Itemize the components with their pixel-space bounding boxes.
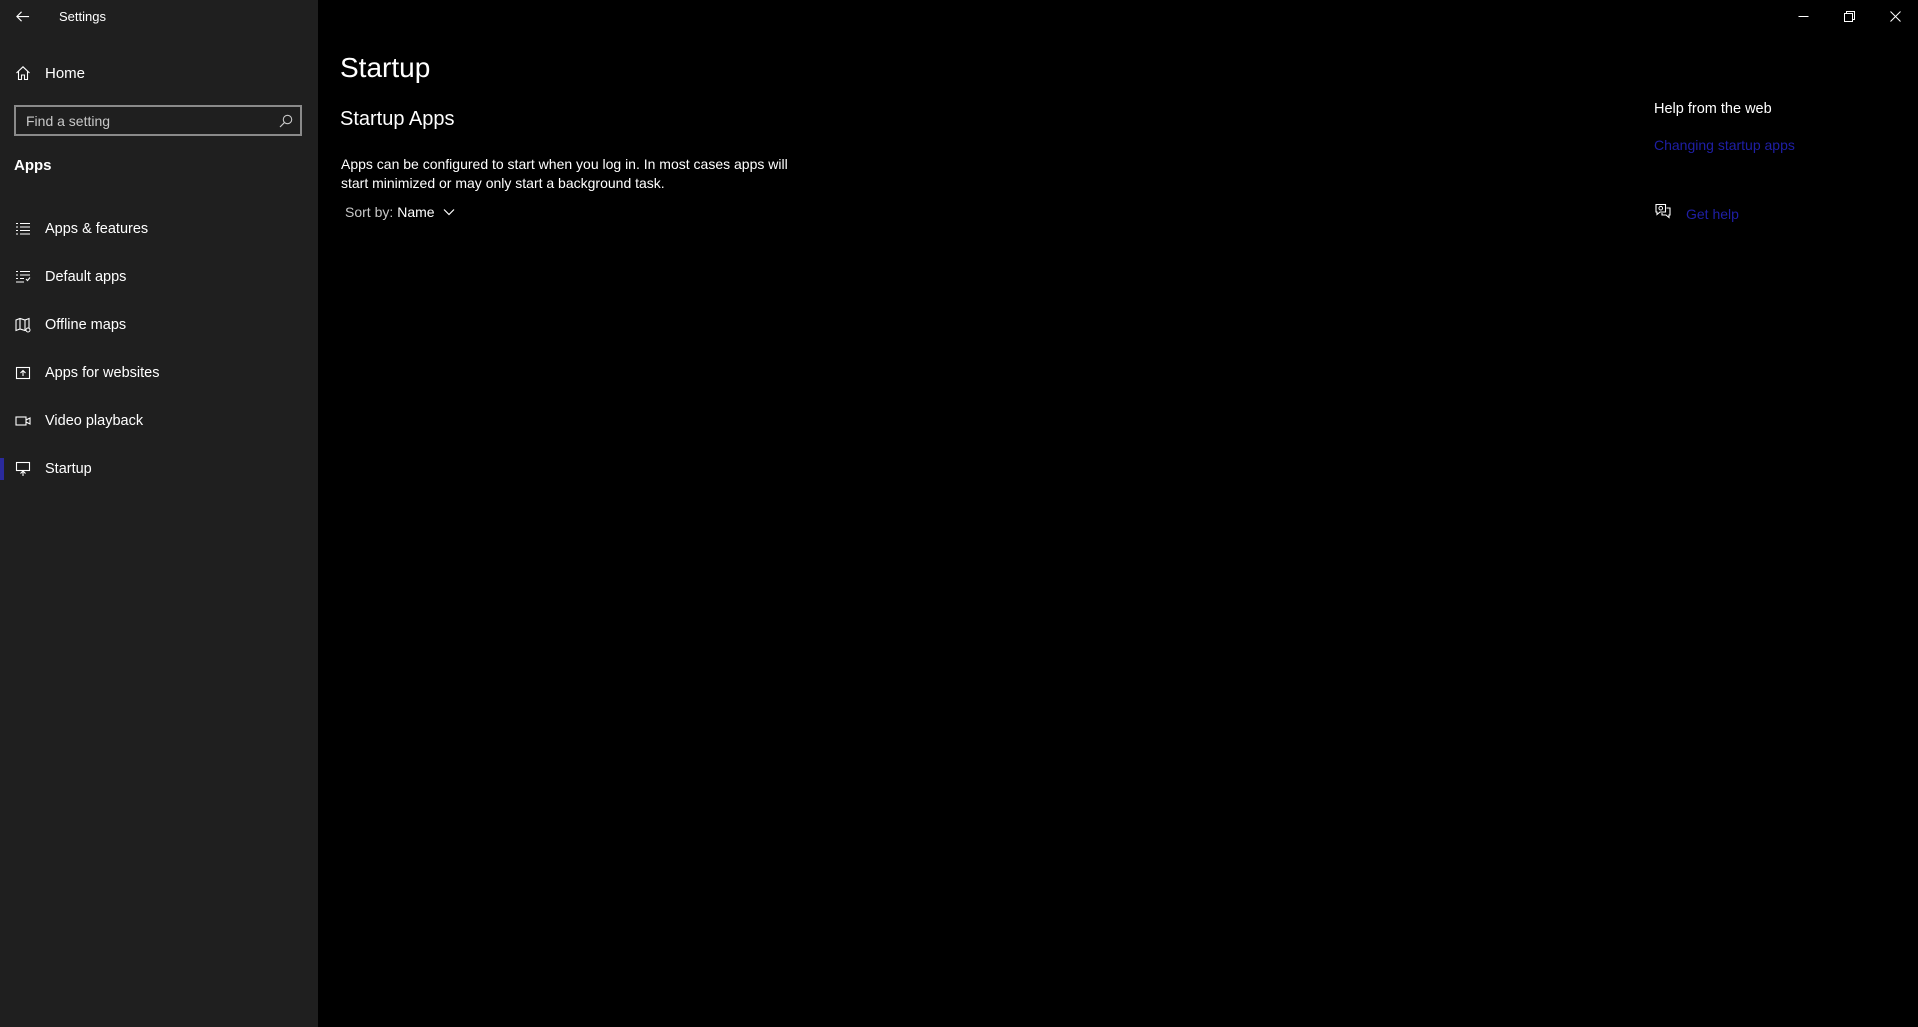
description-text: Apps can be configured to start when you… <box>341 156 788 191</box>
help-title: Help from the web <box>1654 101 1772 117</box>
sidebar-item-apps-for-websites[interactable]: Apps for websites <box>0 349 318 397</box>
section-subtitle: Startup Apps <box>340 108 455 130</box>
sidebar: Settings Home Apps <box>0 0 318 1027</box>
nav-list: Apps & features Default apps Offline map… <box>0 205 318 493</box>
back-arrow-icon <box>15 10 29 22</box>
settings-window: Settings Home Apps <box>0 0 1918 1027</box>
home-label: Home <box>45 64 86 82</box>
sidebar-item-apps-features[interactable]: Apps & features <box>0 205 318 253</box>
sidebar-item-video-playback[interactable]: Video playback <box>0 397 318 445</box>
sidebar-item-label: Startup <box>45 461 92 477</box>
sort-value: Name <box>397 204 435 220</box>
close-button[interactable] <box>1872 0 1918 32</box>
search-input[interactable] <box>16 107 272 134</box>
sidebar-item-startup[interactable]: Startup <box>0 445 318 493</box>
default-apps-icon <box>0 269 45 285</box>
home-icon <box>0 65 46 81</box>
sort-dropdown[interactable]: Sort by: Name <box>345 204 455 220</box>
minimize-icon <box>1798 15 1808 17</box>
restore-button[interactable] <box>1826 0 1872 32</box>
app-title: Settings <box>59 8 106 24</box>
search-icon[interactable] <box>272 114 300 128</box>
main-content: Startup Startup Apps Apps can be configu… <box>318 0 1918 1027</box>
map-icon <box>0 317 45 333</box>
page-title: Startup <box>340 52 431 83</box>
sidebar-item-label: Apps & features <box>45 221 149 237</box>
changing-startup-apps-link[interactable]: Changing startup apps <box>1654 137 1795 153</box>
video-icon <box>0 413 45 429</box>
sidebar-item-label: Default apps <box>45 269 127 285</box>
app-website-icon <box>0 365 45 381</box>
get-help-label: Get help <box>1686 205 1739 222</box>
home-nav-item[interactable]: Home <box>0 56 318 90</box>
sidebar-item-label: Offline maps <box>45 317 127 333</box>
section-title: Apps <box>14 157 52 174</box>
minimize-button[interactable] <box>1780 0 1826 32</box>
sort-label: Sort by: <box>345 204 394 220</box>
sidebar-item-default-apps[interactable]: Default apps <box>0 253 318 301</box>
restore-icon <box>1843 10 1855 22</box>
chevron-down-icon <box>443 208 455 216</box>
get-help-link[interactable]: Get help <box>1654 203 1739 224</box>
search-box <box>14 105 302 136</box>
window-controls <box>1780 0 1918 32</box>
chat-help-icon <box>1654 203 1672 224</box>
titlebar: Settings <box>0 0 318 32</box>
close-icon <box>1889 10 1901 22</box>
back-button[interactable] <box>0 0 44 32</box>
sidebar-item-label: Apps for websites <box>45 365 160 381</box>
sidebar-item-label: Video playback <box>45 413 144 429</box>
list-icon <box>0 221 45 237</box>
startup-icon <box>0 461 45 477</box>
sidebar-item-offline-maps[interactable]: Offline maps <box>0 301 318 349</box>
